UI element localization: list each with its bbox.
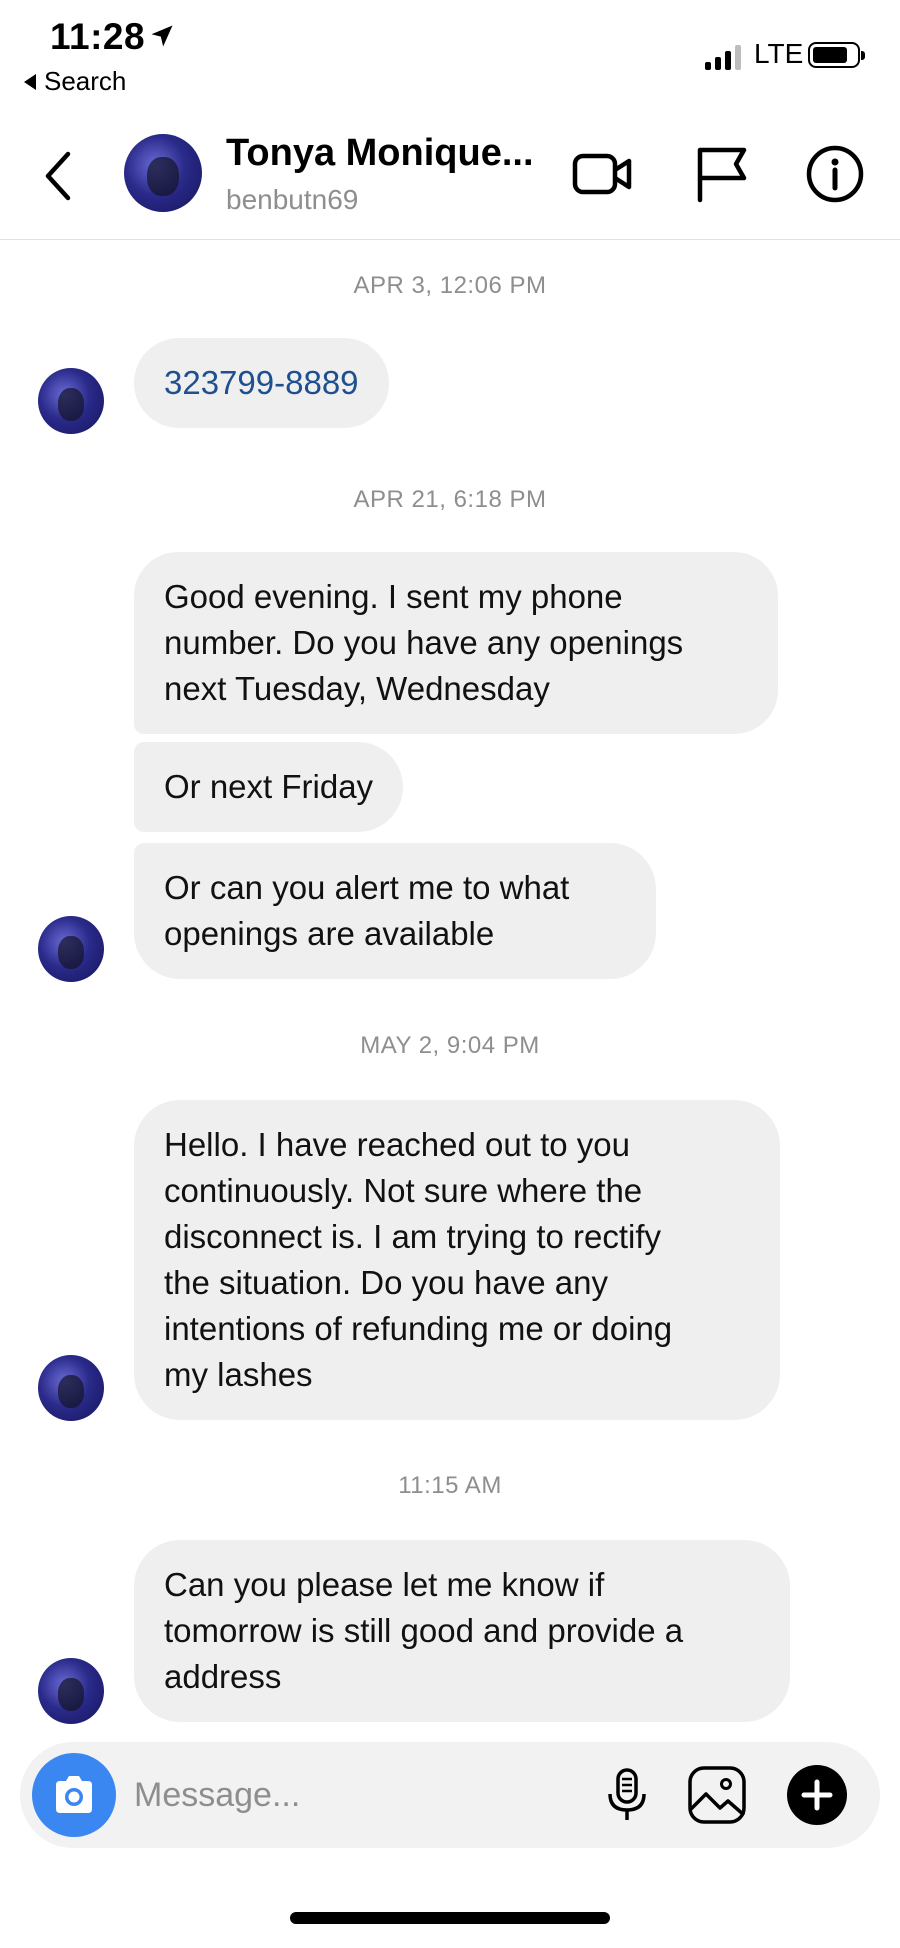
status-time: 11:28: [50, 16, 146, 57]
signal-bars-icon: [705, 44, 741, 70]
message-bubble[interactable]: Or next Friday: [134, 742, 404, 832]
sender-avatar[interactable]: [38, 368, 104, 434]
message-input[interactable]: Message...: [134, 1776, 300, 1815]
timestamp: APR 21, 6:18 PM: [353, 486, 547, 513]
back-search-label: Search: [44, 66, 127, 96]
plus-icon[interactable]: [786, 1764, 848, 1826]
message-line: the situation. Do you have any: [164, 1264, 608, 1301]
flag-icon[interactable]: [690, 142, 754, 206]
timestamp: APR 3, 12:06 PM: [353, 272, 547, 299]
sender-avatar[interactable]: [38, 1658, 104, 1724]
message-line: number. Do you have any openings: [164, 624, 684, 661]
chat-header: Tonya Monique... benbutn69: [0, 110, 900, 240]
message-line: Or can you alert me to what: [164, 869, 570, 906]
sender-avatar[interactable]: [38, 1355, 104, 1421]
timestamp: MAY 2, 9:04 PM: [360, 1032, 540, 1059]
message-line: Good evening. I sent my phone: [164, 578, 623, 615]
sender-avatar[interactable]: [38, 916, 104, 982]
phone-number-link[interactable]: 323799-8889: [164, 364, 359, 401]
message-line: Can you please let me know if: [164, 1566, 605, 1603]
message-line: address: [164, 1658, 282, 1695]
battery-icon: [808, 42, 865, 68]
microphone-icon[interactable]: [596, 1764, 658, 1826]
message-line: openings are available: [164, 915, 495, 952]
message-line: next Tuesday, Wednesday: [164, 670, 550, 707]
message-bubble[interactable]: Can you please let me know if tomorrow i…: [134, 1540, 790, 1722]
gallery-icon[interactable]: [686, 1764, 748, 1826]
message-line: my lashes: [164, 1356, 313, 1393]
message-line: Hello. I have reached out to you: [164, 1126, 630, 1163]
message-line: Or next Friday: [164, 768, 374, 805]
location-arrow-icon: [151, 25, 173, 47]
home-indicator[interactable]: [290, 1912, 610, 1924]
message-bubble[interactable]: Or can you alert me to what openings are…: [134, 843, 656, 979]
message-bubble[interactable]: 323799-8889: [134, 338, 389, 428]
message-line: continuously. Not sure where the: [164, 1172, 643, 1209]
battery-fill: [813, 47, 847, 63]
back-chevron-icon[interactable]: [38, 148, 78, 204]
contact-username[interactable]: benbutn69: [226, 184, 358, 216]
info-icon[interactable]: [803, 142, 867, 206]
contact-name[interactable]: Tonya Monique...: [226, 132, 534, 175]
message-bubble[interactable]: Good evening. I sent my phone number. Do…: [134, 552, 778, 734]
status-bar: 11:28 Search LTE: [0, 0, 900, 110]
message-line: disconnect is. I am trying to rectify: [164, 1218, 662, 1255]
back-to-search-link[interactable]: Search: [24, 66, 126, 97]
camera-button[interactable]: [32, 1753, 116, 1837]
message-bubble[interactable]: Hello. I have reached out to you continu…: [134, 1100, 780, 1420]
contact-avatar[interactable]: [124, 134, 202, 212]
message-line: intentions of refunding me or doing: [164, 1310, 673, 1347]
timestamp: 11:15 AM: [398, 1472, 502, 1499]
back-triangle-icon: [24, 73, 36, 90]
network-label: LTE: [754, 38, 804, 69]
video-camera-icon[interactable]: [570, 142, 634, 206]
message-composer: Message...: [20, 1742, 880, 1848]
camera-icon: [56, 1776, 92, 1813]
message-line: tomorrow is still good and provide a: [164, 1612, 684, 1649]
